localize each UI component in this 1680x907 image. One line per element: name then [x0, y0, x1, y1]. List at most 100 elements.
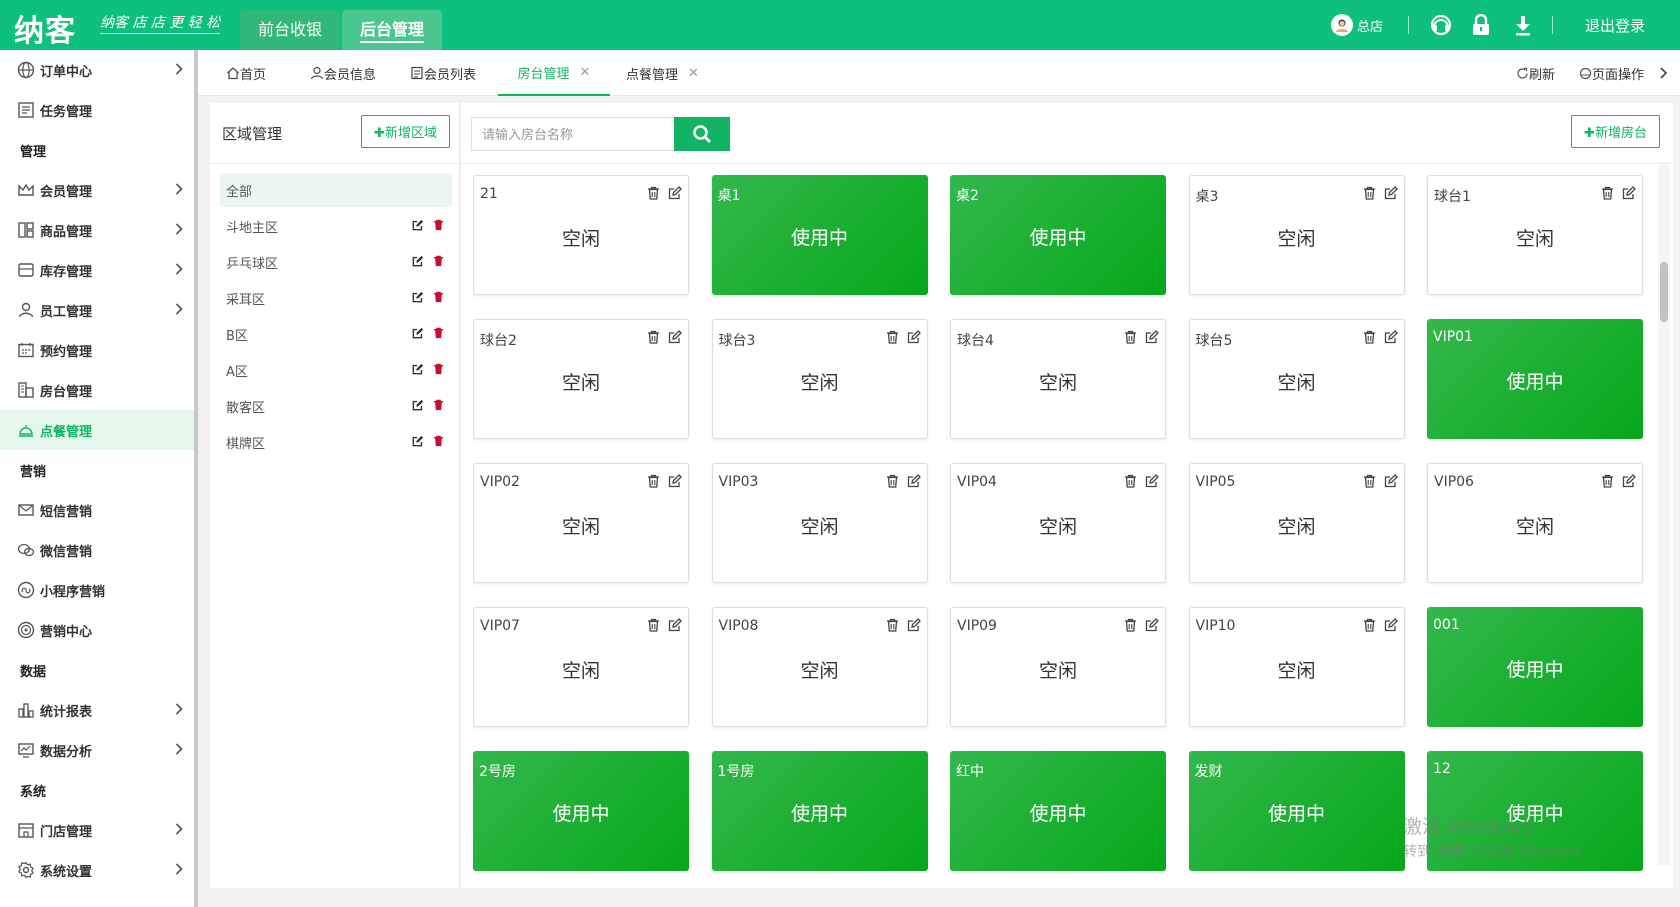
trash-icon[interactable]	[886, 474, 899, 488]
room-card[interactable]: 球台2 空闲	[473, 319, 689, 439]
trash-icon[interactable]	[433, 255, 444, 267]
region-item[interactable]: 乒乓球区	[220, 245, 452, 279]
page-ops-button[interactable]: 页面操作	[1579, 50, 1644, 96]
room-card[interactable]: 1号房 使用中	[711, 751, 928, 871]
edit-icon[interactable]	[412, 255, 424, 267]
trash-icon[interactable]	[433, 363, 444, 375]
sidebar-item[interactable]: 房台管理	[0, 370, 195, 410]
region-item[interactable]: B区	[220, 317, 452, 351]
edit-icon[interactable]	[1622, 474, 1636, 488]
edit-icon[interactable]	[668, 474, 682, 488]
edit-icon[interactable]	[907, 474, 921, 488]
trash-icon[interactable]	[433, 219, 444, 231]
trash-icon[interactable]	[433, 327, 444, 339]
sidebar-item[interactable]: 统计报表	[0, 690, 195, 730]
tab-order-management[interactable]: 点餐管理 ✕	[626, 50, 699, 96]
tab-member-list[interactable]: 会员列表	[410, 50, 476, 96]
room-card[interactable]: 12 使用中	[1427, 751, 1643, 871]
edit-icon[interactable]	[668, 186, 682, 200]
sidebar-item[interactable]: 门店管理	[0, 810, 195, 850]
room-card[interactable]: VIP04 空闲	[950, 463, 1166, 583]
edit-icon[interactable]	[412, 291, 424, 303]
edit-icon[interactable]	[1145, 618, 1159, 632]
lock-icon[interactable]	[1471, 0, 1491, 50]
trash-icon[interactable]	[433, 291, 444, 303]
room-card[interactable]: VIP01 使用中	[1427, 319, 1643, 439]
room-search-input[interactable]	[471, 117, 679, 151]
room-card[interactable]: 球台5 空闲	[1188, 319, 1405, 439]
trash-icon[interactable]	[1363, 618, 1376, 632]
add-region-button[interactable]: ✚新增区域	[361, 115, 450, 148]
sidebar-item[interactable]: 库存管理	[0, 250, 195, 290]
sidebar-item[interactable]: 小程序营销	[0, 570, 195, 610]
scrollbar-thumb[interactable]	[1660, 262, 1668, 322]
room-card[interactable]: 2号房 使用中	[473, 751, 689, 871]
edit-icon[interactable]	[1384, 618, 1398, 632]
room-card[interactable]: 001 使用中	[1427, 607, 1643, 727]
region-item[interactable]: 棋牌区	[220, 425, 452, 459]
sidebar-item[interactable]: 系统设置	[0, 850, 195, 890]
sidebar-scrollbar[interactable]	[194, 50, 198, 907]
room-card[interactable]: 21 空闲	[473, 175, 689, 295]
room-card[interactable]: VIP09 空闲	[950, 607, 1166, 727]
add-room-button[interactable]: ✚新增房台	[1571, 115, 1660, 148]
tab-front-desk[interactable]: 前台收银	[240, 10, 341, 50]
store-switcher[interactable]: 总店	[1331, 0, 1383, 50]
room-card[interactable]: VIP07 空闲	[473, 607, 689, 727]
trash-icon[interactable]	[1601, 186, 1614, 200]
edit-icon[interactable]	[1384, 330, 1398, 344]
tab-member-info[interactable]: 会员信息	[310, 50, 376, 96]
refresh-button[interactable]: 刷新	[1516, 50, 1555, 96]
edit-icon[interactable]	[412, 219, 424, 231]
room-card[interactable]: VIP08 空闲	[711, 607, 928, 727]
sidebar-item[interactable]: 订单中心	[0, 50, 195, 90]
sidebar-item[interactable]: 营销中心	[0, 610, 195, 650]
room-card[interactable]: VIP06 空闲	[1427, 463, 1643, 583]
sidebar-item[interactable]: 任务管理	[0, 90, 195, 130]
headset-icon[interactable]	[1430, 0, 1452, 50]
room-card[interactable]: 球台3 空闲	[711, 319, 928, 439]
sidebar-item[interactable]: 预约管理	[0, 330, 195, 370]
search-button[interactable]	[674, 117, 730, 151]
trash-icon[interactable]	[647, 186, 660, 200]
trash-icon[interactable]	[647, 330, 660, 344]
room-card[interactable]: 桌3 空闲	[1188, 175, 1405, 295]
trash-icon[interactable]	[1363, 186, 1376, 200]
sidebar-item[interactable]: 商品管理	[0, 210, 195, 250]
room-card[interactable]: VIP02 空闲	[473, 463, 689, 583]
trash-icon[interactable]	[886, 330, 899, 344]
region-item[interactable]: 全部	[220, 173, 452, 207]
room-card[interactable]: VIP03 空闲	[711, 463, 928, 583]
close-icon[interactable]: ✕	[688, 66, 699, 81]
region-item[interactable]: 斗地主区	[220, 209, 452, 243]
edit-icon[interactable]	[1384, 474, 1398, 488]
edit-icon[interactable]	[412, 327, 424, 339]
tab-home[interactable]: 首页	[226, 50, 266, 96]
edit-icon[interactable]	[668, 618, 682, 632]
chevron-right-icon[interactable]	[1658, 50, 1668, 96]
edit-icon[interactable]	[1145, 330, 1159, 344]
logout-button[interactable]: 退出登录	[1585, 0, 1645, 50]
trash-icon[interactable]	[1124, 618, 1137, 632]
tab-backend[interactable]: 后台管理	[342, 10, 443, 50]
edit-icon[interactable]	[412, 363, 424, 375]
room-card[interactable]: 球台4 空闲	[950, 319, 1166, 439]
sidebar-item[interactable]: 点餐管理	[0, 410, 195, 450]
trash-icon[interactable]	[886, 618, 899, 632]
edit-icon[interactable]	[412, 435, 424, 447]
trash-icon[interactable]	[647, 618, 660, 632]
room-card[interactable]: VIP05 空闲	[1188, 463, 1405, 583]
trash-icon[interactable]	[1124, 474, 1137, 488]
trash-icon[interactable]	[1601, 474, 1614, 488]
edit-icon[interactable]	[668, 330, 682, 344]
sidebar-item[interactable]: 微信营销	[0, 530, 195, 570]
trash-icon[interactable]	[1363, 330, 1376, 344]
trash-icon[interactable]	[1124, 330, 1137, 344]
close-icon[interactable]: ✕	[580, 65, 591, 80]
edit-icon[interactable]	[907, 618, 921, 632]
sidebar-item[interactable]: 会员管理	[0, 170, 195, 210]
region-item[interactable]: 采耳区	[220, 281, 452, 315]
room-card[interactable]: VIP10 空闲	[1188, 607, 1405, 727]
room-card[interactable]: 球台1 空闲	[1427, 175, 1643, 295]
room-card[interactable]: 发财 使用中	[1188, 751, 1405, 871]
